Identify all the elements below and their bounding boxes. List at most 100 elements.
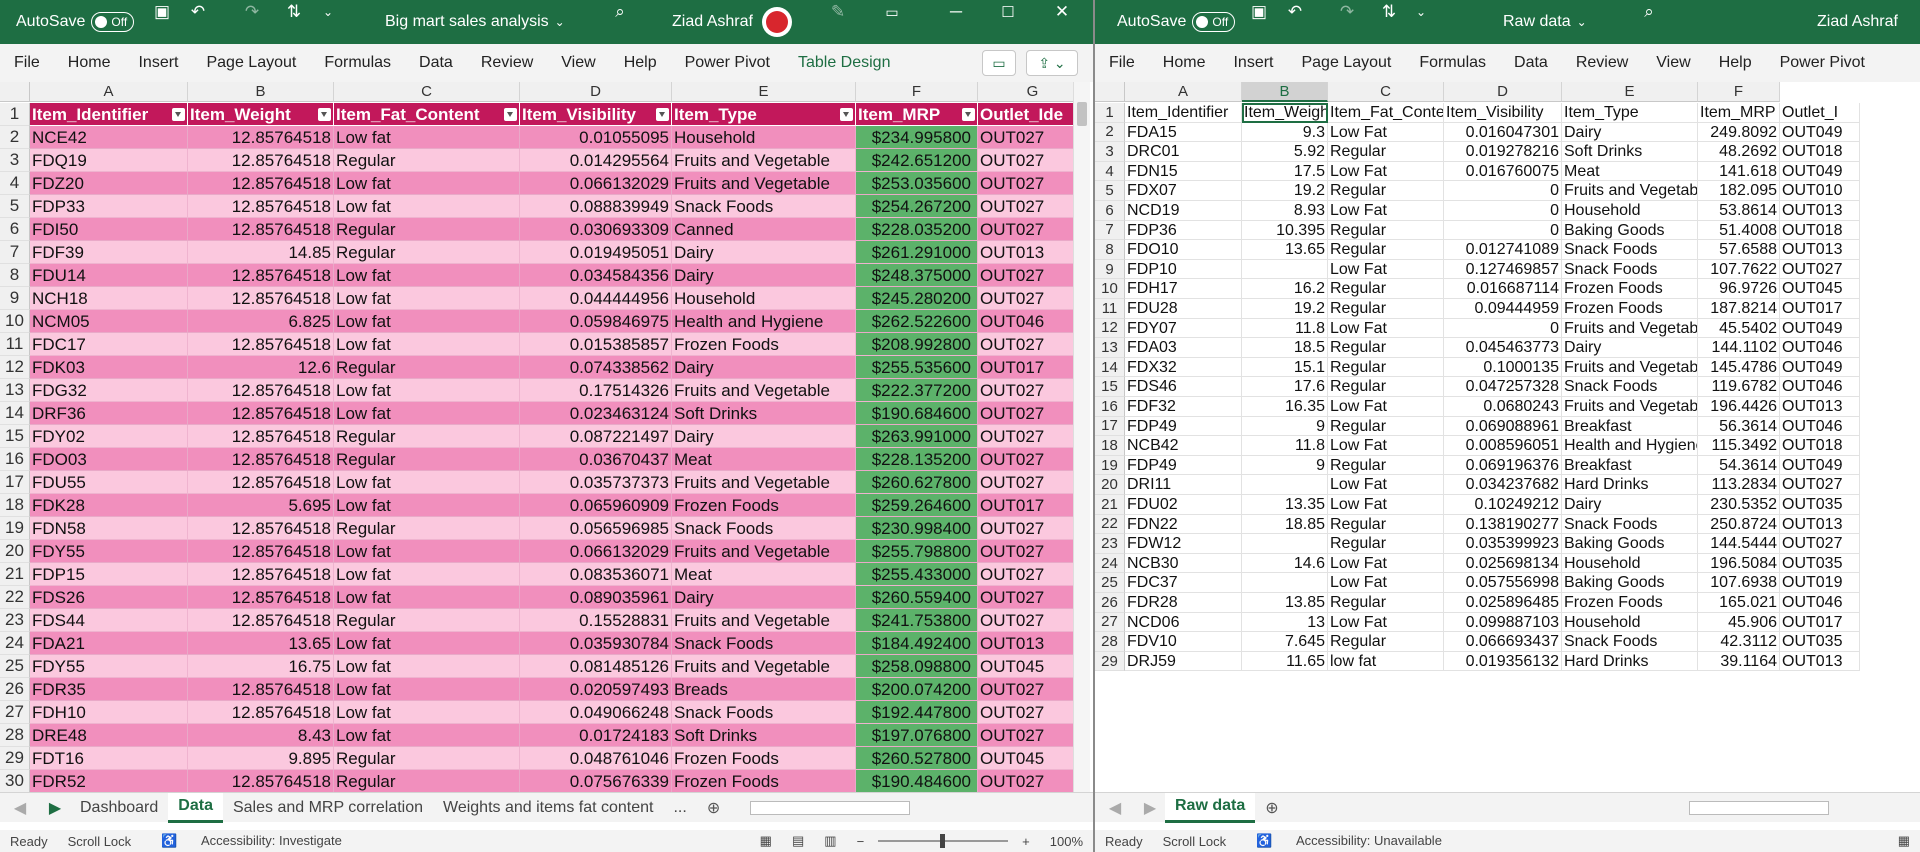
table-cell[interactable]: Fruits and Vegetable <box>672 540 856 563</box>
table-cell[interactable]: 12.85764518 <box>188 609 334 632</box>
sheet-tab-dashboard[interactable]: Dashboard <box>70 793 168 823</box>
table-cell[interactable]: $184.492400 <box>856 632 978 655</box>
table-cell[interactable]: Low fat <box>334 195 520 218</box>
table-cell[interactable]: Regular <box>1328 416 1444 437</box>
table-cell[interactable]: 0.034584356 <box>520 264 672 287</box>
table-cell[interactable]: $242.651200 <box>856 149 978 172</box>
table-cell[interactable]: Regular <box>334 356 520 379</box>
table-cell[interactable]: FDS46 <box>1125 377 1242 397</box>
table-cell[interactable]: FDX07 <box>1125 181 1242 201</box>
table-cell[interactable]: Soft Drinks <box>672 402 856 425</box>
table-cell[interactable]: OUT017 <box>1780 299 1860 319</box>
table-cell[interactable]: Snack Foods <box>1562 632 1698 652</box>
row-number[interactable]: 13 <box>1095 338 1125 358</box>
table-cell[interactable]: 16.2 <box>1242 279 1328 299</box>
row-number[interactable]: 18 <box>0 494 30 517</box>
share-button[interactable]: ⇪ ⌄ <box>1026 50 1078 76</box>
row-number[interactable]: 16 <box>1095 397 1125 417</box>
ribbon-display-icon[interactable]: ▭ <box>880 0 904 24</box>
table-cell[interactable]: FDA15 <box>1125 122 1242 143</box>
table-cell[interactable]: Low Fat <box>1328 122 1444 143</box>
row-number[interactable]: 29 <box>1095 651 1125 672</box>
table-cell[interactable]: FDH10 <box>30 701 188 724</box>
table-cell[interactable]: Regular <box>1328 534 1444 554</box>
table-cell[interactable]: $248.375000 <box>856 264 978 287</box>
table-cell[interactable]: NCD19 <box>1125 201 1242 221</box>
table-cell[interactable]: Fruits and Vegetable <box>672 379 856 402</box>
ribbon-tab-page-layout[interactable]: Page Layout <box>1287 54 1405 72</box>
table-cell[interactable]: Low Fat <box>1328 161 1444 182</box>
horizontal-scrollbar[interactable] <box>1688 800 1829 815</box>
table-cell[interactable]: FDR28 <box>1125 593 1242 613</box>
table-cell[interactable]: FDO03 <box>30 448 188 471</box>
table-cell[interactable]: $255.535600 <box>856 356 978 379</box>
table-cell[interactable]: 42.3112 <box>1698 632 1780 652</box>
table-cell[interactable]: Low fat <box>334 494 520 517</box>
table-cell[interactable]: 0 <box>1444 318 1562 339</box>
table-cell[interactable]: 0.066132029 <box>520 540 672 563</box>
table-cell[interactable]: FDP10 <box>1125 259 1242 280</box>
table-cell[interactable]: 12.85764518 <box>188 333 334 356</box>
table-cell[interactable]: 12.85764518 <box>188 195 334 218</box>
ribbon-tab-help[interactable]: Help <box>610 54 671 72</box>
table-cell[interactable]: 18.85 <box>1242 514 1328 535</box>
table-cell[interactable]: Health and Hygiene <box>672 310 856 333</box>
table-cell[interactable]: OUT027 <box>978 218 1073 241</box>
zoom-slider-thumb[interactable] <box>940 834 946 848</box>
sheet-tab-weights-and-items-fat-content[interactable]: Weights and items fat content <box>433 793 663 823</box>
table-cell[interactable]: Low Fat <box>1328 573 1444 593</box>
table-cell[interactable]: FDY02 <box>30 425 188 448</box>
document-title[interactable]: Big mart sales analysis ⌄ <box>385 0 565 44</box>
table-cell[interactable]: 0.127469857 <box>1444 259 1562 280</box>
table-cell[interactable]: Regular <box>1328 338 1444 358</box>
table-cell[interactable]: Low fat <box>334 540 520 563</box>
row-number[interactable]: 5 <box>0 195 30 218</box>
row-number[interactable]: 29 <box>0 747 30 770</box>
table-cell[interactable]: FDY07 <box>1125 318 1242 339</box>
table-cell[interactable]: 11.8 <box>1242 436 1328 456</box>
table-cell[interactable]: FDK28 <box>30 494 188 517</box>
table-cell[interactable]: Dairy <box>1562 338 1698 358</box>
table-cell[interactable]: 15.1 <box>1242 357 1328 378</box>
row-number[interactable]: 15 <box>0 425 30 448</box>
table-cell[interactable]: Regular <box>1328 142 1444 162</box>
table-cell[interactable]: OUT045 <box>978 655 1073 678</box>
table-cell[interactable]: OUT027 <box>978 126 1073 149</box>
table-cell[interactable]: 17.6 <box>1242 377 1328 397</box>
customize-toolbar-icon[interactable]: ⌄ <box>1409 0 1433 24</box>
table-cell[interactable]: 119.6782 <box>1698 377 1780 397</box>
row-number[interactable]: 3 <box>1095 142 1125 162</box>
column-header-cell[interactable]: Item_MRP <box>856 103 978 126</box>
ribbon-tab-review[interactable]: Review <box>1562 54 1642 72</box>
table-cell[interactable]: 13.85 <box>1242 593 1328 613</box>
row-number[interactable]: 17 <box>1095 416 1125 437</box>
table-cell[interactable]: NCE42 <box>30 126 188 149</box>
table-cell[interactable]: 12.85764518 <box>188 540 334 563</box>
table-cell[interactable] <box>1242 475 1328 495</box>
row-number[interactable]: 19 <box>1095 455 1125 476</box>
table-cell[interactable]: 12.85764518 <box>188 563 334 586</box>
table-cell[interactable]: FDH17 <box>1125 279 1242 299</box>
table-cell[interactable]: Low fat <box>334 655 520 678</box>
table-cell[interactable]: OUT013 <box>1780 514 1860 535</box>
normal-view-icon[interactable]: ▦ <box>1888 833 1920 849</box>
table-cell[interactable]: 0.066132029 <box>520 172 672 195</box>
row-number[interactable]: 19 <box>0 517 30 540</box>
table-cell[interactable]: Low fat <box>334 701 520 724</box>
undo-icon[interactable]: ↶ <box>1283 0 1307 24</box>
table-cell[interactable]: Regular <box>1328 377 1444 397</box>
table-cell[interactable]: 12.85764518 <box>188 586 334 609</box>
add-sheet-icon[interactable]: ⊕ <box>697 793 730 823</box>
table-cell[interactable]: 0.099887103 <box>1444 612 1562 633</box>
table-cell[interactable]: OUT027 <box>978 471 1073 494</box>
table-cell[interactable]: $262.522600 <box>856 310 978 333</box>
table-cell[interactable]: Dairy <box>1562 122 1698 143</box>
column-header-cell[interactable]: Item_Identifier <box>30 103 188 126</box>
table-cell[interactable]: OUT027 <box>978 701 1073 724</box>
ribbon-tab-formulas[interactable]: Formulas <box>1405 54 1500 72</box>
row-number[interactable]: 11 <box>0 333 30 356</box>
zoom-level[interactable]: 100% <box>1040 834 1093 849</box>
row-number[interactable]: 3 <box>0 149 30 172</box>
table-cell[interactable]: 0.012741089 <box>1444 240 1562 260</box>
table-cell[interactable]: 0.019278216 <box>1444 142 1562 162</box>
